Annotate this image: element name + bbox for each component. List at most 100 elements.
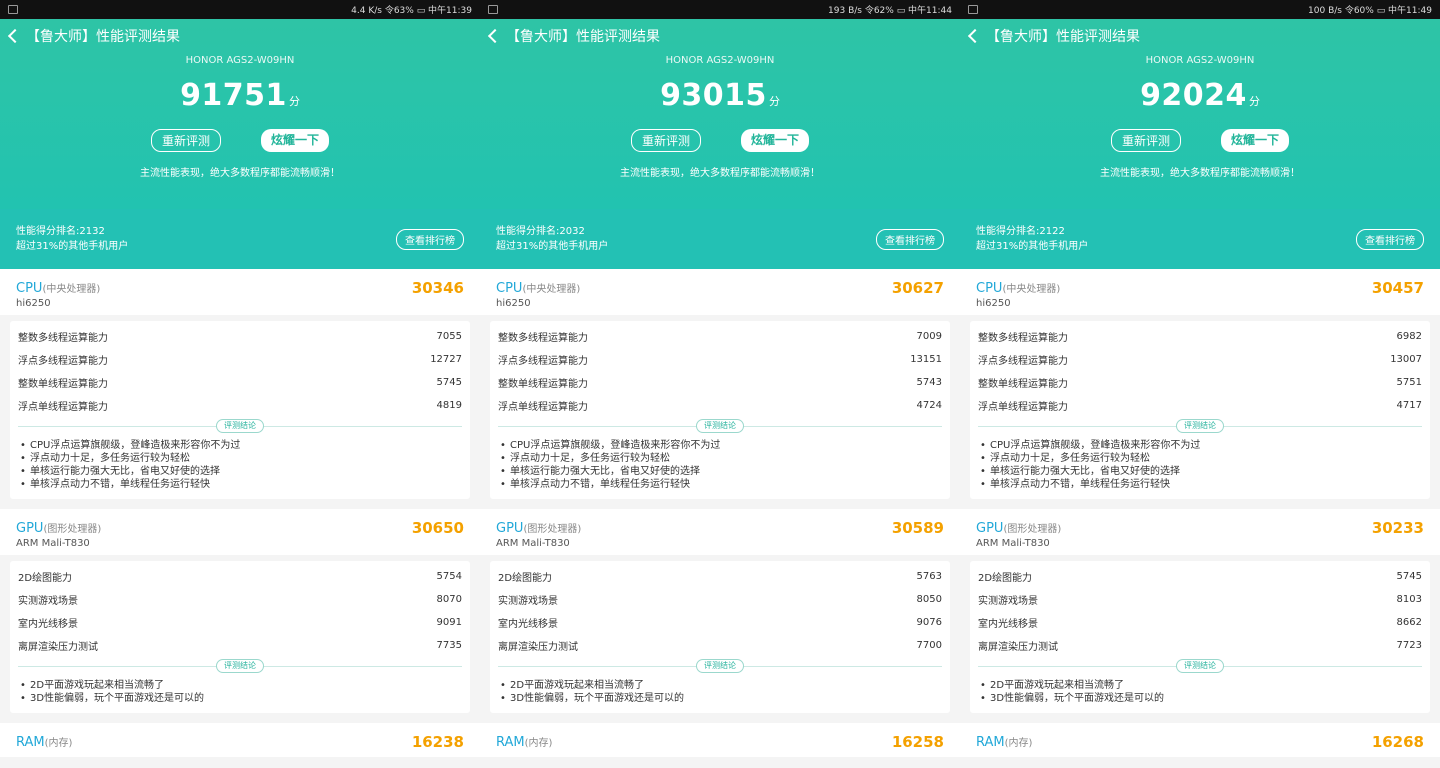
gpu-chip-name: ARM Mali-T830 bbox=[976, 538, 1050, 549]
total-score: 92024 bbox=[1140, 78, 1247, 113]
conclusion-bullet: 单核运行能力强大无比，省电又好使的选择 bbox=[978, 465, 1422, 478]
back-arrow-icon[interactable] bbox=[966, 29, 980, 43]
page-title: 【鲁大师】性能评测结果 bbox=[26, 29, 180, 45]
metric-value: 4724 bbox=[916, 400, 942, 411]
gpu-metric-row: 实测游戏场景 8070 bbox=[18, 588, 462, 611]
metric-value: 5743 bbox=[916, 377, 942, 388]
retest-button[interactable]: 重新评测 bbox=[630, 129, 701, 152]
share-button[interactable]: 炫耀一下 bbox=[1221, 129, 1290, 152]
cpu-metric-row: 浮点单线程运算能力 4819 bbox=[18, 394, 462, 417]
gpu-detail-card: 2D绘图能力 5745 实测游戏场景 8103 室内光线移景 8662 离屏渲染… bbox=[970, 561, 1430, 713]
ram-sublabel: (内存) bbox=[44, 738, 73, 749]
rank-bar: 性能得分排名:2122 超过31%的其他手机用户 查看排行榜 bbox=[960, 209, 1440, 269]
metric-value: 8050 bbox=[916, 594, 942, 605]
conclusion-bullet: 3D性能偏弱，玩个平面游戏还是可以的 bbox=[18, 692, 462, 705]
metric-label: 室内光线移景 bbox=[978, 619, 1038, 630]
cpu-metric-row: 浮点多线程运算能力 12727 bbox=[18, 348, 462, 371]
cpu-section-header: CPU(中央处理器) hi6250 30346 bbox=[0, 269, 480, 315]
metric-value: 5754 bbox=[436, 571, 462, 582]
retest-button[interactable]: 重新评测 bbox=[150, 129, 221, 152]
metric-label: 浮点单线程运算能力 bbox=[498, 402, 588, 413]
cpu-chip-name: hi6250 bbox=[496, 298, 531, 309]
share-button[interactable]: 炫耀一下 bbox=[741, 129, 810, 152]
status-bar-info: 100 B/s 令60% ▭ 中午11:49 bbox=[1308, 6, 1432, 16]
metric-label: 整数多线程运算能力 bbox=[498, 333, 588, 344]
conclusion-bullet: CPU浮点运算旗舰级，登峰造极来形容你不为过 bbox=[978, 439, 1422, 452]
metric-value: 13151 bbox=[910, 354, 942, 365]
gpu-section-header: GPU(图形处理器) ARM Mali-T830 30233 bbox=[960, 509, 1440, 555]
gpu-label: GPU bbox=[16, 521, 44, 536]
metric-value: 4819 bbox=[436, 400, 462, 411]
share-button[interactable]: 炫耀一下 bbox=[261, 129, 330, 152]
conclusion-bullet: CPU浮点运算旗舰级，登峰造极来形容你不为过 bbox=[18, 439, 462, 452]
result-panel: 4.4 K/s 令63% ▭ 中午11:39 【鲁大师】性能评测结果 HONOR… bbox=[0, 0, 480, 768]
cpu-chip-name: hi6250 bbox=[976, 298, 1011, 309]
metric-value: 7009 bbox=[916, 331, 942, 342]
metric-value: 7723 bbox=[1396, 640, 1422, 651]
cpu-metric-row: 整数多线程运算能力 7009 bbox=[498, 325, 942, 348]
page-title: 【鲁大师】性能评测结果 bbox=[986, 29, 1140, 45]
ram-label: RAM bbox=[16, 735, 45, 750]
conclusion-bullet: 单核浮点动力不错，单线程任务运行轻快 bbox=[978, 478, 1422, 491]
metric-label: 室内光线移景 bbox=[18, 619, 78, 630]
cpu-score: 30627 bbox=[891, 279, 944, 297]
ram-section-header: RAM(内存) 16238 bbox=[0, 723, 480, 757]
cpu-label: CPU bbox=[16, 281, 43, 296]
result-header: 【鲁大师】性能评测结果 HONOR AGS2-W09HN 92024 分 重新评… bbox=[960, 19, 1440, 209]
ram-label: RAM bbox=[976, 735, 1005, 750]
back-arrow-icon[interactable] bbox=[6, 29, 20, 43]
metric-value: 9076 bbox=[916, 617, 942, 628]
gpu-section-header: GPU(图形处理器) ARM Mali-T830 30589 bbox=[480, 509, 960, 555]
conclusion-bullet: 浮点动力十足，多任务运行较为轻松 bbox=[978, 452, 1422, 465]
back-arrow-icon[interactable] bbox=[486, 29, 500, 43]
cpu-detail-card: 整数多线程运算能力 7009 浮点多线程运算能力 13151 整数单线程运算能力… bbox=[490, 321, 950, 499]
gpu-metric-row: 离屏渲染压力测试 7735 bbox=[18, 634, 462, 657]
conclusion-divider: 评测结论 bbox=[18, 659, 462, 673]
gpu-metric-row: 实测游戏场景 8103 bbox=[978, 588, 1422, 611]
rank-bar: 性能得分排名:2032 超过31%的其他手机用户 查看排行榜 bbox=[480, 209, 960, 269]
metric-label: 整数多线程运算能力 bbox=[18, 333, 108, 344]
metric-label: 浮点单线程运算能力 bbox=[978, 402, 1068, 413]
performance-slogan: 主流性能表现，绝大多数程序都能流畅顺滑！ bbox=[1100, 168, 1300, 179]
gpu-section-header: GPU(图形处理器) ARM Mali-T830 30650 bbox=[0, 509, 480, 555]
conclusion-bullet: 单核浮点动力不错，单线程任务运行轻快 bbox=[18, 478, 462, 491]
cpu-metric-row: 整数单线程运算能力 5743 bbox=[498, 371, 942, 394]
gpu-metric-row: 2D绘图能力 5745 bbox=[978, 565, 1422, 588]
gpu-score: 30650 bbox=[411, 519, 464, 537]
gpu-sublabel: (图形处理器) bbox=[43, 524, 102, 535]
cpu-metric-row: 整数单线程运算能力 5751 bbox=[978, 371, 1422, 394]
page-title: 【鲁大师】性能评测结果 bbox=[506, 29, 660, 45]
gpu-sublabel: (图形处理器) bbox=[1003, 524, 1062, 535]
cpu-sublabel: (中央处理器) bbox=[42, 284, 101, 295]
rank-text: 性能得分排名:2132 bbox=[16, 226, 105, 237]
metric-label: 浮点多线程运算能力 bbox=[498, 356, 588, 367]
gpu-label: GPU bbox=[976, 521, 1004, 536]
ram-section-header: RAM(内存) 16258 bbox=[480, 723, 960, 757]
cpu-metric-row: 浮点多线程运算能力 13151 bbox=[498, 348, 942, 371]
cpu-metric-row: 整数多线程运算能力 7055 bbox=[18, 325, 462, 348]
rank-subtext: 超过31%的其他手机用户 bbox=[496, 241, 609, 252]
metric-label: 离屏渲染压力测试 bbox=[18, 642, 98, 653]
device-model: HONOR AGS2-W09HN bbox=[665, 55, 775, 66]
view-ranking-button[interactable]: 查看排行榜 bbox=[876, 228, 944, 250]
metric-value: 8662 bbox=[1396, 617, 1422, 628]
metric-value: 7700 bbox=[916, 640, 942, 651]
cpu-metric-row: 浮点多线程运算能力 13007 bbox=[978, 348, 1422, 371]
ram-sublabel: (内存) bbox=[1004, 738, 1033, 749]
conclusion-bullet: 3D性能偏弱，玩个平面游戏还是可以的 bbox=[978, 692, 1422, 705]
conclusion-list: CPU浮点运算旗舰级，登峰造极来形容你不为过浮点动力十足，多任务运行较为轻松单核… bbox=[18, 439, 462, 491]
conclusion-label: 评测结论 bbox=[1176, 419, 1224, 433]
view-ranking-button[interactable]: 查看排行榜 bbox=[1356, 228, 1424, 250]
status-bar: 100 B/s 令60% ▭ 中午11:49 bbox=[960, 0, 1440, 19]
cpu-detail-card: 整数多线程运算能力 7055 浮点多线程运算能力 12727 整数单线程运算能力… bbox=[10, 321, 470, 499]
retest-button[interactable]: 重新评测 bbox=[1110, 129, 1181, 152]
result-content: CPU(中央处理器) hi6250 30346 整数多线程运算能力 7055 浮… bbox=[0, 269, 480, 768]
ram-label: RAM bbox=[496, 735, 525, 750]
conclusion-bullet: 浮点动力十足，多任务运行较为轻松 bbox=[18, 452, 462, 465]
cpu-metric-row: 浮点单线程运算能力 4724 bbox=[498, 394, 942, 417]
metric-label: 室内光线移景 bbox=[498, 619, 558, 630]
cpu-chip-name: hi6250 bbox=[16, 298, 51, 309]
view-ranking-button[interactable]: 查看排行榜 bbox=[396, 228, 464, 250]
ram-sublabel: (内存) bbox=[524, 738, 553, 749]
score-unit: 分 bbox=[1248, 95, 1260, 108]
